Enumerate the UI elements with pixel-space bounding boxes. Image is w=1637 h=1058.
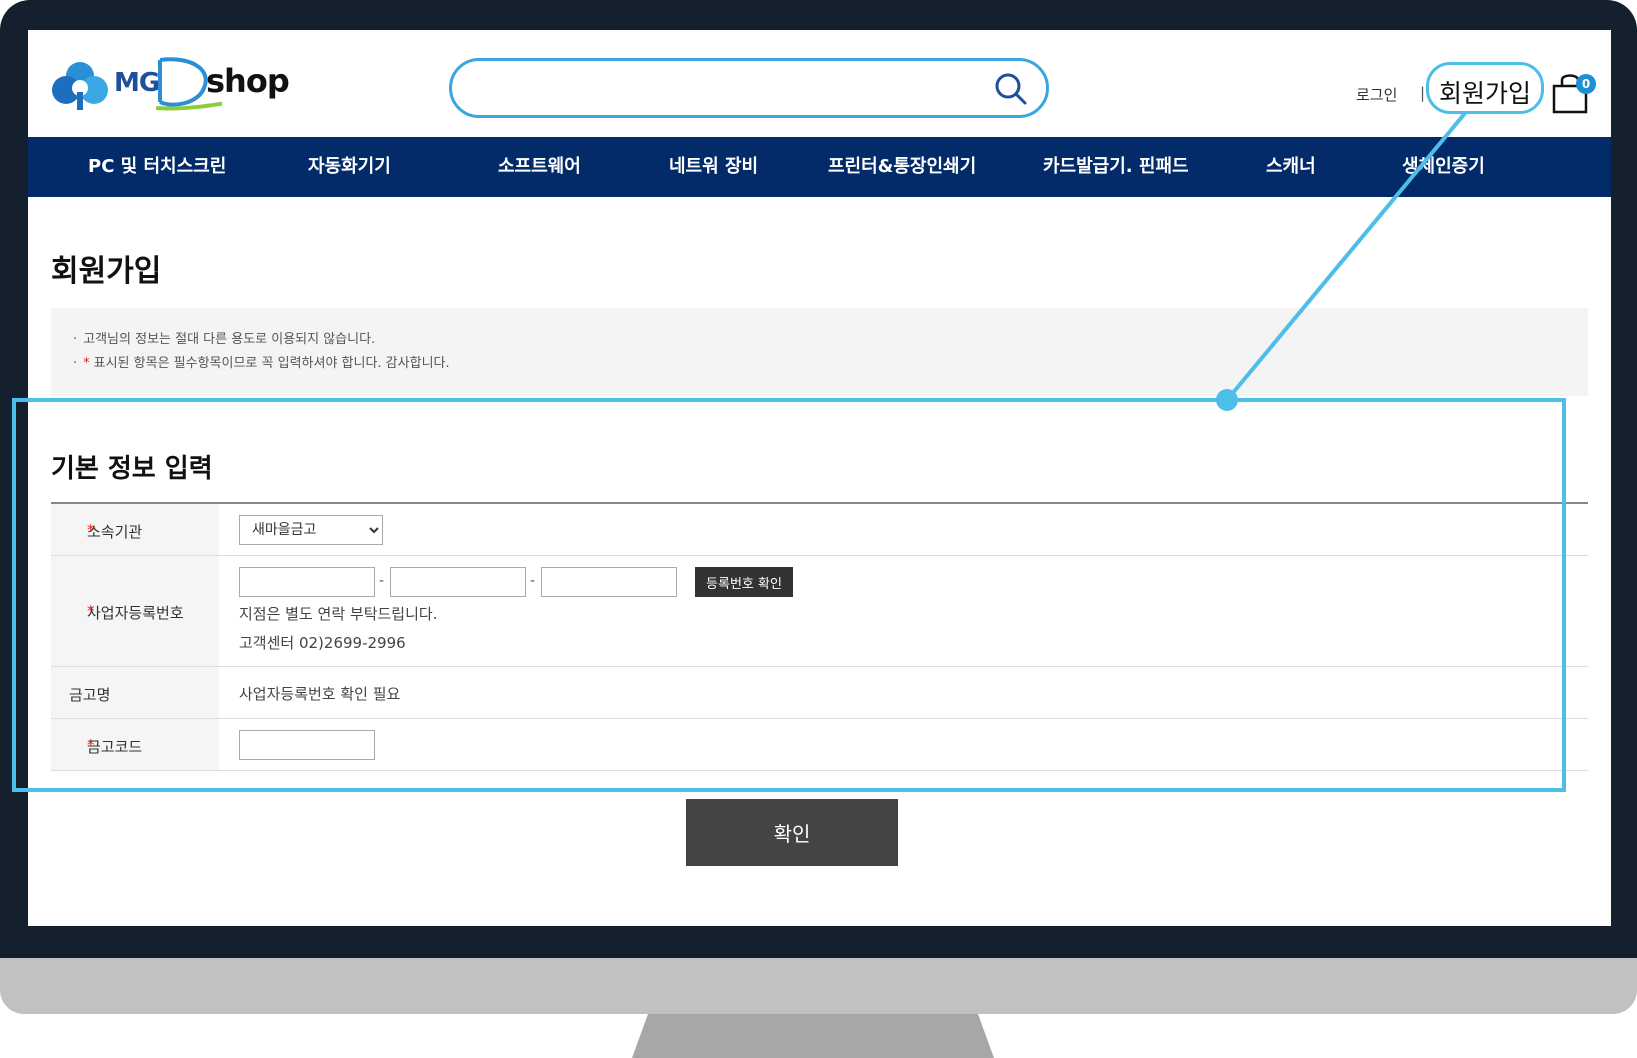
nav-item-pc-touchscreen[interactable]: PC 및 터치스크린 bbox=[88, 137, 226, 197]
form-highlight-box bbox=[12, 398, 1566, 792]
nav-item-scanner[interactable]: 스캐너 bbox=[1266, 137, 1316, 197]
mg-dshop-logo[interactable]: MG shop bbox=[50, 56, 310, 116]
page-title: 회원가입 bbox=[51, 254, 162, 289]
main-nav: PC 및 터치스크린 자동화기기 소프트웨어 네트워 장비 프린터&통장인쇄기 … bbox=[28, 137, 1611, 197]
nav-item-card-issuer[interactable]: 카드발급기. 핀패드 bbox=[1043, 137, 1189, 197]
signup-highlight: 회원가입 bbox=[1426, 62, 1544, 114]
nav-item-biometric[interactable]: 생체인증기 bbox=[1402, 137, 1485, 197]
callout-dot bbox=[1216, 389, 1238, 411]
nav-item-network[interactable]: 네트워 장비 bbox=[669, 137, 758, 197]
monitor-stand bbox=[632, 1014, 994, 1058]
header-separator: | bbox=[1420, 84, 1426, 102]
logo-shop-text: shop bbox=[206, 62, 290, 100]
notice-line-2: · * 표시된 항목은 필수항목이므로 꼭 입력하셔야 합니다. 감사합니다. bbox=[73, 356, 450, 371]
confirm-button[interactable]: 확인 bbox=[686, 799, 898, 866]
login-link[interactable]: 로그인 bbox=[1356, 84, 1397, 105]
nav-item-printer[interactable]: 프린터&통장인쇄기 bbox=[828, 137, 976, 197]
nav-item-software[interactable]: 소프트웨어 bbox=[498, 137, 581, 197]
search-icon[interactable] bbox=[994, 72, 1028, 106]
signup-link[interactable]: 회원가입 bbox=[1429, 74, 1541, 110]
cart-count-badge: 0 bbox=[1576, 74, 1596, 94]
search-bar bbox=[449, 58, 1049, 118]
search-input[interactable] bbox=[474, 69, 974, 107]
monitor-chin bbox=[0, 958, 1637, 1014]
notice-box: · 고객님의 정보는 절대 다른 용도로 이용되지 않습니다. · * 표시된 항목은… bbox=[51, 308, 1588, 396]
cloud-logo-icon bbox=[52, 62, 108, 110]
notice-line-1: · 고객님의 정보는 절대 다른 용도로 이용되지 않습니다. bbox=[73, 332, 376, 347]
nav-item-automation[interactable]: 자동화기기 bbox=[308, 137, 391, 197]
